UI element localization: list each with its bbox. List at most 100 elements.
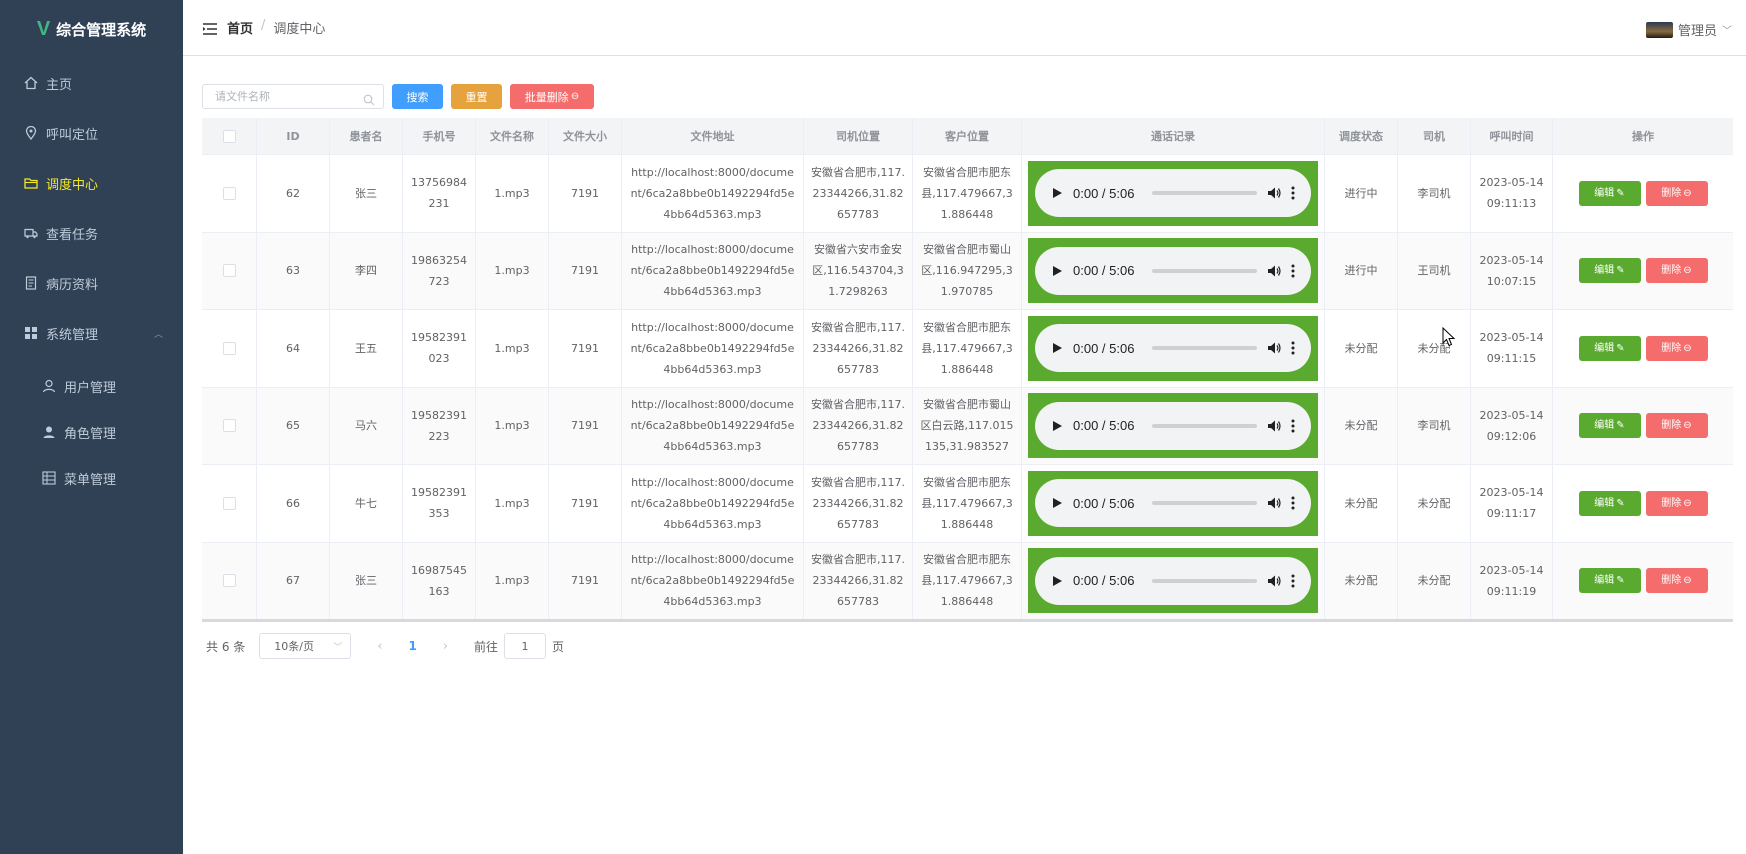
delete-button[interactable]: 删除 ⊖: [1645, 490, 1708, 516]
remove-circle-icon: ⊖: [570, 91, 580, 102]
vue-logo-icon: V: [36, 17, 51, 40]
audio-progress-slider[interactable]: [1152, 578, 1257, 583]
audio-player-frame: 0:00 / 5:06: [1028, 470, 1318, 536]
cell-patient-name: 马六: [330, 387, 403, 464]
audio-progress-slider[interactable]: [1152, 423, 1257, 428]
audio-progress-slider[interactable]: [1152, 501, 1257, 506]
delete-label: 删除: [1661, 497, 1682, 509]
edit-icon: ✎: [1616, 497, 1625, 509]
sidebar-subitem-menu-management[interactable]: 菜单管理: [0, 455, 183, 501]
breadcrumb-home[interactable]: 首页: [227, 18, 253, 37]
cell-phone: 19582391023: [403, 310, 476, 387]
next-page-button[interactable]: ›: [443, 639, 448, 654]
row-checkbox[interactable]: [222, 419, 236, 433]
column-header: ID: [257, 118, 330, 154]
delete-button[interactable]: 删除 ⊖: [1645, 335, 1708, 361]
more-options-icon[interactable]: [1291, 496, 1295, 510]
row-checkbox[interactable]: [222, 341, 236, 355]
edit-button[interactable]: 编辑 ✎: [1578, 490, 1641, 516]
edit-button[interactable]: 编辑 ✎: [1578, 180, 1641, 206]
sidebar-item-medical-records[interactable]: 病历资料: [0, 258, 183, 308]
row-checkbox[interactable]: [222, 574, 236, 588]
page-size-select[interactable]: 10条/页 ﹀: [259, 633, 352, 659]
search-button[interactable]: 搜索: [392, 84, 443, 109]
hamburger-icon[interactable]: [203, 20, 217, 35]
call-time: 09:11:19: [1486, 584, 1537, 598]
cell-dispatch-status: 进行中: [1325, 232, 1398, 309]
select-all-checkbox[interactable]: [222, 129, 236, 143]
cell-file-address: http://localhost:8000/document/6ca2a8bbe…: [622, 310, 804, 387]
search-field: [202, 84, 384, 109]
breadcrumb-current: 调度中心: [273, 22, 326, 37]
delete-button[interactable]: 删除 ⊖: [1645, 258, 1708, 284]
column-header: 司机位置: [804, 118, 913, 154]
edit-button[interactable]: 编辑 ✎: [1578, 258, 1641, 284]
more-options-icon[interactable]: [1291, 341, 1295, 355]
volume-icon[interactable]: [1267, 496, 1281, 510]
play-icon[interactable]: [1051, 342, 1063, 354]
delete-button[interactable]: 删除 ⊖: [1645, 413, 1708, 439]
total-count: 共 6 条: [206, 639, 246, 654]
play-icon[interactable]: [1051, 420, 1063, 432]
call-time: 09:11:13: [1486, 197, 1537, 211]
volume-icon[interactable]: [1267, 574, 1281, 588]
edit-button[interactable]: 编辑 ✎: [1578, 335, 1641, 361]
sidebar-item-dispatch-center[interactable]: 调度中心: [0, 158, 183, 208]
toolbar: 搜索 重置 批量删除 ⊖: [202, 84, 594, 109]
prev-page-button[interactable]: ‹: [377, 639, 382, 654]
reset-button[interactable]: 重置: [451, 84, 502, 109]
volume-icon[interactable]: [1267, 341, 1281, 355]
user-menu[interactable]: 管理员 ﹀: [1645, 20, 1732, 39]
audio-progress-slider[interactable]: [1152, 346, 1257, 351]
sidebar-item-home[interactable]: 主页: [0, 58, 183, 108]
row-checkbox[interactable]: [222, 496, 236, 510]
remove-circle-icon: ⊖: [1683, 265, 1692, 277]
sidebar-item-call-location[interactable]: 呼叫定位: [0, 108, 183, 158]
header-select-all: [202, 118, 257, 154]
play-icon[interactable]: [1051, 265, 1063, 277]
cell-patient-name: 王五: [330, 310, 403, 387]
cell-file-address: http://localhost:8000/document/6ca2a8bbe…: [622, 542, 804, 619]
goto-page-input[interactable]: 1: [504, 633, 547, 659]
play-icon[interactable]: [1051, 187, 1063, 199]
more-options-icon[interactable]: [1291, 264, 1295, 278]
delete-button[interactable]: 删除 ⊖: [1645, 180, 1708, 206]
row-checkbox[interactable]: [222, 186, 236, 200]
call-date: 2023-05-14: [1479, 253, 1544, 267]
cell-phone: 19582391353: [403, 465, 476, 542]
edit-button[interactable]: 编辑 ✎: [1578, 568, 1641, 594]
more-options-icon[interactable]: [1291, 574, 1295, 588]
volume-icon[interactable]: [1267, 264, 1281, 278]
edit-button[interactable]: 编辑 ✎: [1578, 413, 1641, 439]
cell-file-name: 1.mp3: [476, 465, 549, 542]
edit-icon: ✎: [1616, 342, 1625, 354]
more-options-icon[interactable]: [1291, 419, 1295, 433]
delete-button[interactable]: 删除 ⊖: [1645, 568, 1708, 594]
sidebar-subitem-role-management[interactable]: 角色管理: [0, 409, 183, 455]
batch-delete-button[interactable]: 批量删除 ⊖: [510, 84, 594, 109]
more-options-icon[interactable]: [1291, 186, 1295, 200]
row-checkbox[interactable]: [222, 264, 236, 278]
call-date: 2023-05-14: [1479, 563, 1544, 577]
page-number[interactable]: 1: [408, 639, 416, 653]
audio-time: 0:00 / 5:06: [1073, 263, 1135, 279]
audio-progress-slider[interactable]: [1152, 191, 1257, 196]
audio-player: 0:00 / 5:06: [1035, 324, 1311, 373]
volume-icon[interactable]: [1267, 186, 1281, 200]
search-input[interactable]: [203, 85, 383, 108]
play-icon[interactable]: [1051, 497, 1063, 509]
volume-icon[interactable]: [1267, 419, 1281, 433]
column-header: 客户位置: [913, 118, 1022, 154]
audio-player: 0:00 / 5:06: [1035, 246, 1311, 295]
play-icon[interactable]: [1051, 575, 1063, 587]
audio-progress-slider[interactable]: [1152, 268, 1257, 273]
sidebar-item-label: 病历资料: [46, 277, 99, 293]
avatar: [1645, 21, 1673, 38]
sidebar-subitem-user-management[interactable]: 用户管理: [0, 363, 183, 409]
audio-player-frame: 0:00 / 5:06: [1028, 315, 1318, 381]
sidebar-item-view-tasks[interactable]: 查看任务: [0, 208, 183, 258]
cell-actions: 编辑 ✎ 删除 ⊖: [1553, 155, 1733, 232]
cell-file-address: http://localhost:8000/document/6ca2a8bbe…: [622, 465, 804, 542]
sidebar-item-system-management[interactable]: 系统管理 ︿: [0, 308, 183, 358]
audio-player: 0:00 / 5:06: [1035, 169, 1311, 218]
